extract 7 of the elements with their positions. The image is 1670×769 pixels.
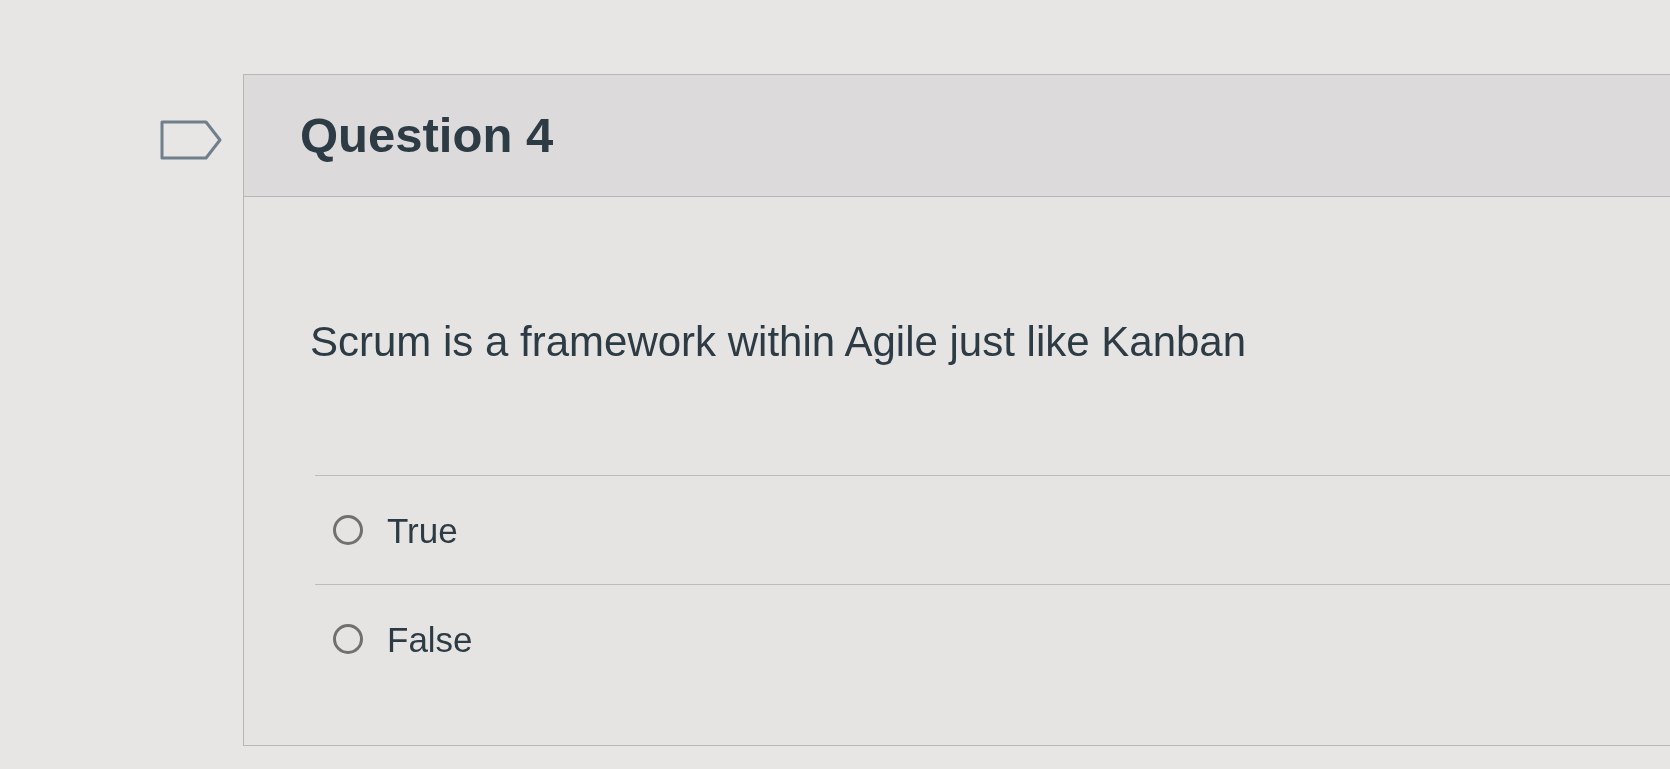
radio-button[interactable] — [333, 515, 363, 545]
answer-option[interactable]: True — [315, 475, 1670, 584]
question-text: Scrum is a framework within Agile just like Kanban — [310, 317, 1247, 367]
question-title: Question 4 — [300, 111, 554, 160]
radio-button[interactable] — [333, 624, 363, 654]
answer-option[interactable]: False — [315, 584, 1670, 693]
flag-icon[interactable] — [160, 120, 222, 160]
